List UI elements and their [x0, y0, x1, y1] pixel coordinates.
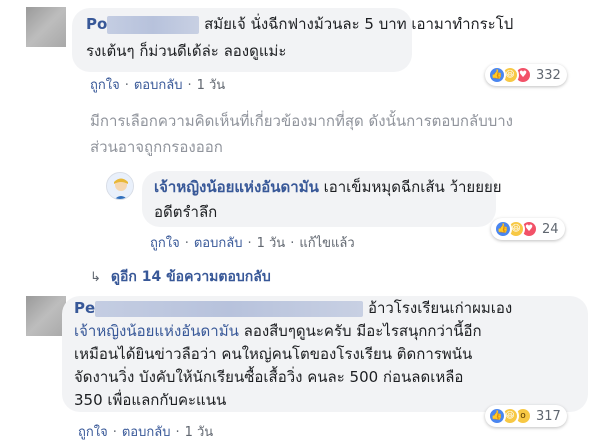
reply-link[interactable]: ตอบกลับ — [194, 236, 243, 251]
filter-note: มีการเลือกความคิดเห็นที่เกี่ยวข้องมากที่… — [90, 112, 513, 156]
reply-arrow-icon: ↳ — [90, 270, 101, 285]
timestamp[interactable]: 1 วัน — [197, 78, 226, 93]
comment-actions: ถูกใจ · ตอบกลับ · 1 วัน — [78, 425, 214, 440]
reply-text-line2: อดีตรำลึก — [154, 203, 218, 221]
like-icon: 👍 — [488, 66, 506, 84]
avatar[interactable] — [26, 7, 66, 47]
commenter-name[interactable]: Po — [86, 15, 200, 34]
redacted-name — [107, 15, 200, 34]
comment-text-line2: รงเต้นๆ ก็ม่วนดีเด้ล่ะ ลองดูแม่ะ — [86, 42, 287, 60]
comment-text-line3: เหมือนได้ยินข่าวลือว่า คนใหญ่คนโตของโรงเ… — [74, 345, 473, 363]
reactions-summary[interactable]: 👍 😆 o 317 — [485, 405, 567, 427]
commenter-name[interactable]: Pe — [74, 299, 364, 317]
reaction-count: 317 — [536, 408, 561, 424]
mention-link[interactable]: เจ้าหญิงน้อยแห่งอันดามัน — [74, 322, 239, 340]
like-icon: 👍 — [488, 407, 506, 425]
like-link[interactable]: ถูกใจ — [90, 78, 120, 93]
timestamp[interactable]: 1 วัน — [185, 425, 214, 440]
reply-author[interactable]: เจ้าหญิงน้อยแห่งอันดามัน — [154, 178, 319, 196]
comment-text-line2: เจ้าหญิงน้อยแห่งอันดามัน ลองสืบๆดูนะครับ… — [74, 322, 482, 340]
avatar[interactable] — [26, 296, 66, 336]
reply-text: เจ้าหญิงน้อยแห่งอันดามัน เอาเข็มหมุดฉีกเ… — [154, 178, 502, 196]
like-link[interactable]: ถูกใจ — [78, 425, 108, 440]
comment-text-line5: 350 เพื่อแลกกับคะแนน — [74, 391, 227, 409]
comment-text: Pe อ้าวโรงเรียนเก่าผมเอง — [74, 299, 513, 317]
reaction-count: 24 — [542, 221, 559, 237]
reactions-summary[interactable]: 👍 😆 ♥ 332 — [485, 64, 567, 86]
comment-actions: ถูกใจ · ตอบกลับ · 1 วัน — [90, 78, 226, 93]
reply-reactions[interactable]: 👍 😆 ♥ 24 — [491, 218, 565, 240]
reply-link[interactable]: ตอบกลับ — [122, 425, 171, 440]
like-icon: 👍 — [494, 220, 512, 238]
view-more-replies[interactable]: ↳ ดูอีก 14 ข้อความตอบกลับ — [90, 266, 271, 288]
comment-text-line4: จัดงานวิ่ง บังคับให้นักเรียนซื้อเสื้อวิ่… — [74, 368, 464, 386]
comment-text: Po สมัยเจ้ นั่งฉีกฟางม้วนละ 5 บาท เอามาท… — [86, 15, 514, 34]
reaction-count: 332 — [536, 67, 561, 83]
timestamp[interactable]: 1 วัน — [257, 236, 286, 251]
like-link[interactable]: ถูกใจ — [150, 236, 180, 251]
edited-label[interactable]: แก้ไขแล้ว — [299, 236, 354, 251]
reply-actions: ถูกใจ · ตอบกลับ · 1 วัน · แก้ไขแล้ว — [150, 236, 355, 251]
reply-link[interactable]: ตอบกลับ — [134, 78, 183, 93]
redacted-name — [95, 300, 364, 317]
reply-avatar[interactable] — [106, 172, 134, 200]
